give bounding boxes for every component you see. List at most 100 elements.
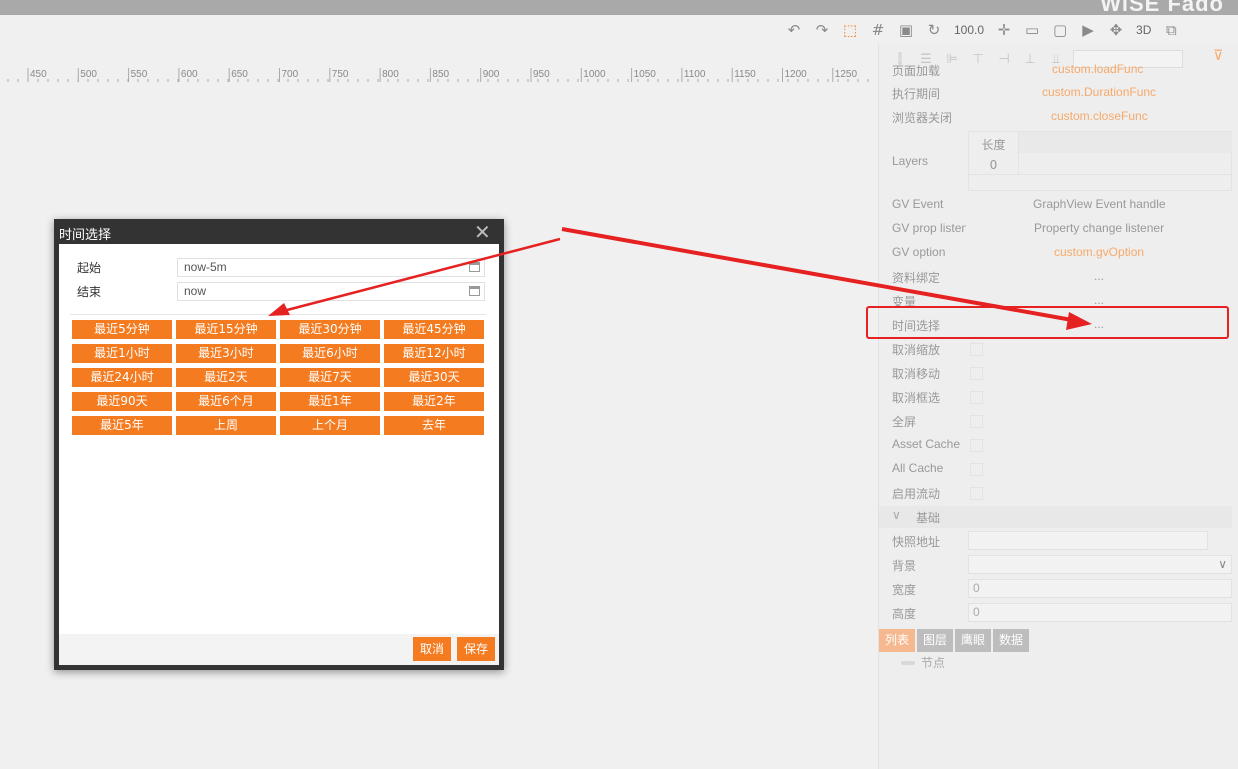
quick-range-button[interactable]: 最近5年 — [72, 416, 172, 435]
cancel-button[interactable]: 取消 — [413, 637, 451, 661]
tab-list[interactable]: 列表 — [879, 629, 916, 652]
prop-label-browser-close: 浏览器关闭 — [892, 111, 953, 125]
prop-label-exec-period: 执行期间 — [892, 87, 941, 101]
quick-range-grid: 最近5分钟 最近15分钟 最近30分钟 最近45分钟 最近1小时 最近3小时 最近6小时 最近… — [72, 320, 486, 435]
ruler-tick-label: 1150 — [734, 69, 756, 80]
fit-view-icon[interactable]: ▭ — [1018, 18, 1046, 42]
prop-value-page-load[interactable]: custom.loadFunc — [1052, 62, 1143, 76]
end-time-input[interactable]: now — [177, 282, 485, 301]
undo-icon[interactable]: ↶ — [780, 18, 808, 42]
prop-label-page-load: 页面加载 — [892, 64, 941, 78]
ruler-tick-label: 650 — [231, 69, 248, 80]
ruler-tick-label: 750 — [332, 69, 349, 80]
prop-label-snapshot: 快照地址 — [892, 535, 941, 549]
quick-range-button[interactable]: 最近2天 — [176, 368, 276, 387]
tree-node[interactable]: 节点 — [901, 654, 945, 671]
dialog-body: 起始 now-5m 结束 now 最近5分钟 最近15分钟 最近30分钟 最近45分钟… — [59, 244, 499, 634]
ruler-tick-label: 550 — [131, 69, 148, 80]
prop-label-enable-flow: 启用流动 — [892, 487, 941, 501]
quick-range-button[interactable]: 最近5分钟 — [72, 320, 172, 339]
asset-cache-checkbox[interactable] — [970, 439, 983, 452]
quick-range-button[interactable]: 去年 — [384, 416, 484, 435]
prop-value-browser-close[interactable]: custom.closeFunc — [1051, 109, 1148, 123]
mode-3d-button[interactable]: 3D — [1130, 23, 1157, 37]
snap-icon[interactable]: ⬚ — [836, 18, 864, 42]
save-button[interactable]: 保存 — [457, 637, 495, 661]
section-basic-header[interactable]: ∨ 基础 — [879, 506, 1232, 528]
quick-range-button[interactable]: 最近45分钟 — [384, 320, 484, 339]
prop-label-gv-prop: GV prop listen — [892, 221, 966, 235]
fullscreen-checkbox[interactable] — [970, 415, 983, 428]
close-icon[interactable]: ✕ — [474, 222, 491, 242]
disable-select-checkbox[interactable] — [970, 391, 983, 404]
prop-value-exec-period[interactable]: custom.DurationFunc — [1042, 85, 1156, 99]
disable-move-checkbox[interactable] — [970, 367, 983, 380]
quick-range-button[interactable]: 最近6小时 — [280, 344, 380, 363]
quick-range-button[interactable]: 最近1年 — [280, 392, 380, 411]
background-select[interactable]: ∨ — [968, 555, 1232, 574]
data-binding-editor-button[interactable]: ... — [1094, 269, 1104, 283]
move-icon[interactable]: ✥ — [1102, 18, 1130, 42]
dialog-title: 时间选择 — [59, 228, 112, 243]
prop-value-gv-event[interactable]: GraphView Event handle — [1033, 197, 1166, 211]
tab-layers[interactable]: 图层 — [917, 629, 954, 652]
tab-eagle-eye[interactable]: 鹰眼 — [955, 629, 992, 652]
ruler-tick-label: 1000 — [583, 69, 606, 80]
prop-label-disable-select: 取消框选 — [892, 391, 941, 405]
prop-label-gv-event: GV Event — [892, 197, 944, 211]
disable-zoom-checkbox[interactable] — [970, 343, 983, 356]
calendar-icon[interactable] — [469, 262, 480, 272]
filter-icon[interactable]: ⊽ — [1213, 48, 1223, 64]
enable-flow-checkbox[interactable] — [970, 487, 983, 500]
quick-range-button[interactable]: 最近15分钟 — [176, 320, 276, 339]
crosshair-icon[interactable]: ✛ — [990, 18, 1018, 42]
end-label: 结束 — [77, 285, 102, 299]
quick-range-button[interactable]: 最近2年 — [384, 392, 484, 411]
start-time-input[interactable]: now-5m — [177, 258, 485, 277]
align-top-icon[interactable]: ⊤ — [965, 49, 991, 69]
quick-range-button[interactable]: 最近1小时 — [72, 344, 172, 363]
quick-range-button[interactable]: 最近24小时 — [72, 368, 172, 387]
quick-range-button[interactable]: 最近12小时 — [384, 344, 484, 363]
tab-data[interactable]: 数据 — [993, 629, 1030, 652]
quick-range-button[interactable]: 最近30天 — [384, 368, 484, 387]
prop-value-gv-prop[interactable]: Property change listener — [1034, 221, 1164, 235]
ruler-tick-label: 950 — [533, 69, 550, 80]
all-cache-checkbox[interactable] — [970, 463, 983, 476]
quick-range-button[interactable]: 最近30分钟 — [280, 320, 380, 339]
ruler-tick-label: 700 — [282, 69, 299, 80]
node-icon — [901, 660, 915, 665]
ruler-tick-label: 600 — [181, 69, 198, 80]
quick-range-button[interactable]: 上周 — [176, 416, 276, 435]
redo-icon[interactable]: ↷ — [808, 18, 836, 42]
prop-value-gv-option[interactable]: custom.gvOption — [1054, 245, 1144, 259]
play-icon[interactable]: ▶ — [1074, 18, 1102, 42]
quick-range-button[interactable]: 最近90天 — [72, 392, 172, 411]
grid-icon[interactable]: # — [864, 18, 892, 42]
prop-label-disable-zoom: 取消缩放 — [892, 343, 941, 357]
brand-logo: WiSE Fado — [1100, 0, 1224, 16]
quick-range-button[interactable]: 最近3小时 — [176, 344, 276, 363]
height-input[interactable]: 0 — [968, 603, 1232, 622]
snapshot-input[interactable] — [968, 531, 1208, 550]
quick-range-button[interactable]: 上个月 — [280, 416, 380, 435]
align-bottom-icon[interactable]: ⊥ — [1017, 49, 1043, 69]
prop-label-height: 高度 — [892, 607, 917, 621]
calendar-icon[interactable] — [469, 286, 480, 296]
variables-editor-button[interactable]: ... — [1094, 293, 1104, 307]
tree-node-label: 节点 — [921, 656, 946, 670]
align-middle-icon[interactable]: ⊣ — [991, 49, 1017, 69]
annotation-highlight-box — [866, 306, 1229, 339]
refresh-icon[interactable]: ↻ — [920, 18, 948, 42]
ruler-tick-label: 1200 — [785, 69, 808, 80]
export-icon[interactable]: ⧉ — [1157, 18, 1185, 42]
layers-table[interactable]: 长度 0 — [968, 131, 1233, 191]
quick-range-button[interactable]: 最近6个月 — [176, 392, 276, 411]
align-right-icon[interactable]: ⊫ — [939, 49, 965, 69]
zoom-level[interactable]: 100.0 — [948, 23, 990, 37]
width-input[interactable]: 0 — [968, 579, 1232, 598]
time-select-dialog: 时间选择 ✕ 起始 now-5m 结束 now 最近5分钟 最近15分钟 最近30分… — [54, 219, 504, 670]
save-icon[interactable]: ▣ — [892, 18, 920, 42]
quick-range-button[interactable]: 最近7天 — [280, 368, 380, 387]
fullscreen-view-icon[interactable]: ▢ — [1046, 18, 1074, 42]
